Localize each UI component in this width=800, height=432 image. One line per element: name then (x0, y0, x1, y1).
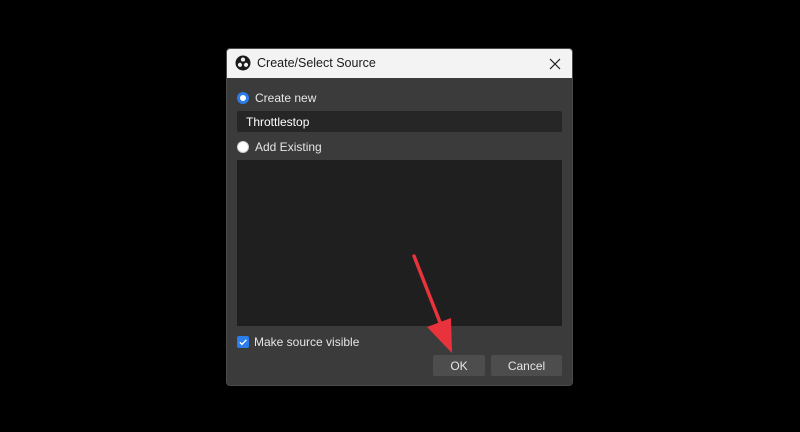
cancel-button[interactable]: Cancel (491, 355, 562, 376)
source-name-input[interactable] (237, 111, 562, 132)
create-new-radio[interactable] (237, 92, 249, 104)
make-source-visible-option[interactable]: Make source visible (237, 335, 359, 349)
ok-button[interactable]: OK (433, 355, 485, 376)
dialog-title: Create/Select Source (257, 56, 376, 70)
title-bar: Create/Select Source (227, 49, 572, 78)
create-new-option[interactable]: Create new (237, 91, 316, 105)
close-button[interactable] (544, 53, 566, 75)
checkmark-icon (239, 339, 247, 346)
add-existing-label: Add Existing (255, 140, 322, 154)
add-existing-option[interactable]: Add Existing (237, 140, 322, 154)
close-icon (549, 58, 561, 70)
existing-sources-list[interactable] (237, 160, 562, 326)
add-existing-radio[interactable] (237, 141, 249, 153)
create-new-label: Create new (255, 91, 317, 105)
obs-logo-icon (235, 55, 251, 71)
make-source-visible-checkbox[interactable] (237, 336, 249, 348)
make-source-visible-label: Make source visible (254, 335, 360, 349)
create-select-source-dialog: Create/Select Source Create new Add Exis… (226, 48, 573, 386)
